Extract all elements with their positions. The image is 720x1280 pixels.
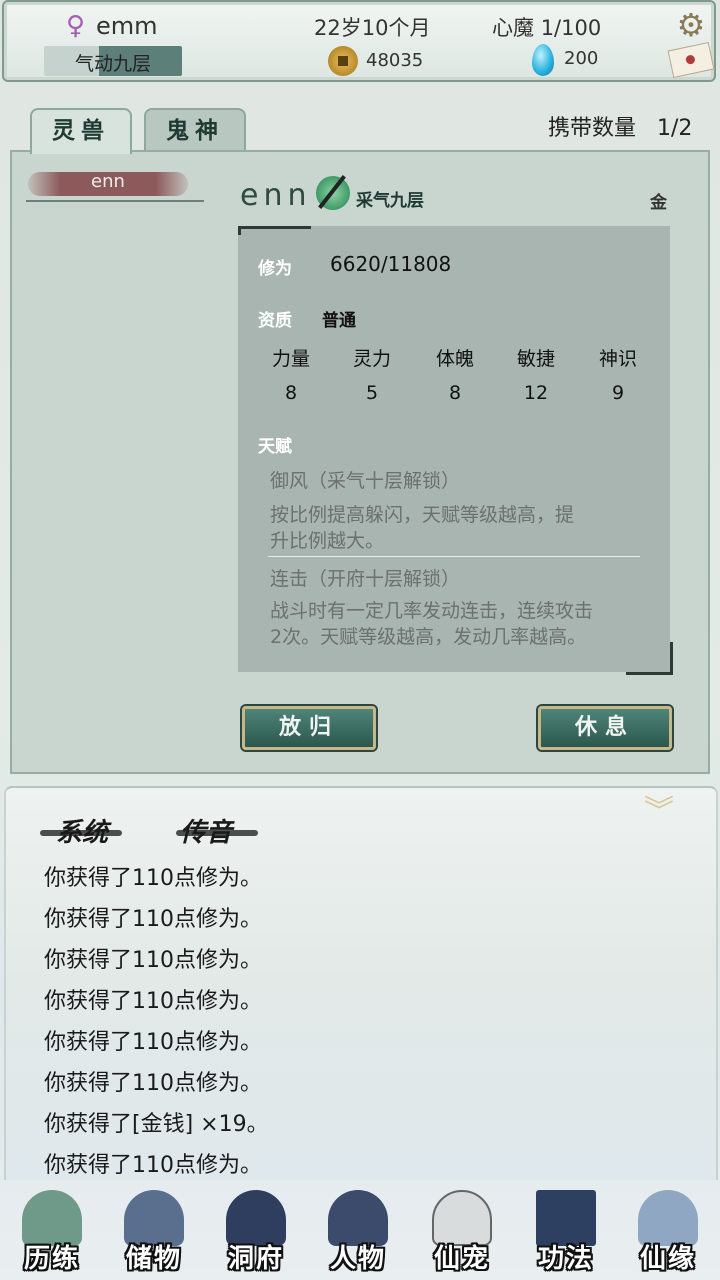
tab-ghost-god[interactable]: 鬼神 <box>144 108 246 152</box>
player-realm-label: 气动九层 <box>74 53 151 75</box>
talent-desc: 战斗时有一定几率发动连击，连续攻击2次。天赋等级越高，发动几率越高。 <box>270 600 594 648</box>
carry-count: 携带数量 1/2 <box>548 110 692 142</box>
coin-count: 48035 <box>366 50 424 71</box>
spirit-stone-count: 200 <box>564 48 599 69</box>
stat-value-agility: 12 <box>523 382 549 404</box>
release-button[interactable]: 放归 <box>242 706 376 750</box>
frame-corner <box>238 226 311 235</box>
log-message: 你获得了110点修为。 <box>44 1153 262 1178</box>
pet-info-box: 修为 6620/11808 资质 普通 力量 灵力 体魄 敏捷 神识 8 5 8… <box>238 226 670 672</box>
nav-fortune[interactable]: 仙缘 <box>620 1190 716 1278</box>
rest-button[interactable]: 休息 <box>538 706 672 750</box>
cultivation-value: 6620/11808 <box>330 252 452 276</box>
brush-icon[interactable] <box>316 176 350 210</box>
nav-label: 仙缘 <box>639 1244 696 1274</box>
log-message: 你获得了110点修为。 <box>44 1071 262 1096</box>
top-status-bar: ♀ emm 气动九层 22岁10个月 心魔 1/100 48035 200 ⚙ <box>2 0 716 82</box>
stat-name-spirit: 灵力 <box>352 348 391 370</box>
aptitude-label: 资质 <box>258 311 292 331</box>
nav-label: 洞府 <box>227 1244 284 1274</box>
stat-name-physique: 体魄 <box>435 348 474 370</box>
nav-label: 历练 <box>23 1244 80 1274</box>
log-message: 你获得了110点修为。 <box>44 948 262 973</box>
nav-cave-dwelling[interactable]: 洞府 <box>208 1190 304 1278</box>
talent-desc: 按比例提高躲闪，天赋等级越高，提升比例越大。 <box>270 504 575 552</box>
stat-value-physique: 8 <box>448 382 462 404</box>
coin-icon <box>328 46 358 76</box>
log-message: 你获得了110点修为。 <box>44 866 262 891</box>
frame-corner <box>626 642 673 675</box>
talent-divider <box>268 556 640 557</box>
xinmo-status: 心魔 1/100 <box>492 12 601 42</box>
talent-title: 御风（采气十层解锁） <box>270 470 461 492</box>
talent-title: 连击（开府十层解锁） <box>270 568 461 590</box>
log-message: 你获得了[金钱] ×19。 <box>44 1112 269 1137</box>
nav-pet[interactable]: 仙宠 <box>414 1190 510 1278</box>
chevron-down-icon[interactable]: ︾ <box>642 797 676 836</box>
stat-name-agility: 敏捷 <box>516 348 555 370</box>
nav-label: 储物 <box>125 1244 182 1274</box>
gear-icon[interactable]: ⚙ <box>674 8 708 42</box>
carry-value: 1/2 <box>657 116 693 141</box>
pet-name: enn <box>240 178 312 213</box>
pet-list-item-name: enn <box>91 171 125 192</box>
tab-spirit-beast[interactable]: 灵兽 <box>30 108 132 154</box>
mail-icon[interactable] <box>667 41 715 79</box>
player-realm-badge: 气动九层 <box>44 46 182 76</box>
nav-label: 仙宠 <box>433 1244 490 1274</box>
stat-name-perception: 神识 <box>598 348 637 370</box>
stat-name-strength: 力量 <box>271 348 310 370</box>
cultivation-label: 修为 <box>258 259 292 279</box>
player-age: 22岁10个月 <box>314 16 431 40</box>
spirit-stone-icon <box>532 44 554 76</box>
nav-skills[interactable]: 功法 <box>518 1190 614 1278</box>
log-message: 你获得了110点修为。 <box>44 1030 262 1055</box>
nav-label: 人物 <box>329 1244 386 1274</box>
nav-storage[interactable]: 储物 <box>106 1190 202 1278</box>
xinmo-value: 1/100 <box>540 16 602 40</box>
carry-label: 携带数量 <box>548 116 637 141</box>
log-message: 你获得了110点修为。 <box>44 989 262 1014</box>
nav-training[interactable]: 历练 <box>4 1190 100 1278</box>
pet-element: 金 <box>650 193 667 213</box>
log-message: 你获得了110点修为。 <box>44 907 262 932</box>
stat-value-strength: 8 <box>284 382 298 404</box>
female-icon: ♀ <box>66 11 86 41</box>
nav-character[interactable]: 人物 <box>310 1190 406 1278</box>
stat-value-spirit: 5 <box>365 382 379 404</box>
stat-value-perception: 9 <box>611 382 625 404</box>
player-name: emm <box>96 12 158 40</box>
nav-label: 功法 <box>537 1244 594 1274</box>
pet-list-divider <box>26 200 204 202</box>
tab-system[interactable]: 系统 <box>56 812 108 849</box>
aptitude-value: 普通 <box>322 311 356 331</box>
talent-label: 天赋 <box>258 437 292 457</box>
pet-realm: 采气九层 <box>356 191 424 211</box>
tab-voice[interactable]: 传音 <box>180 812 232 849</box>
xinmo-label: 心魔 <box>492 16 534 40</box>
pet-list-item[interactable]: enn <box>28 171 188 196</box>
